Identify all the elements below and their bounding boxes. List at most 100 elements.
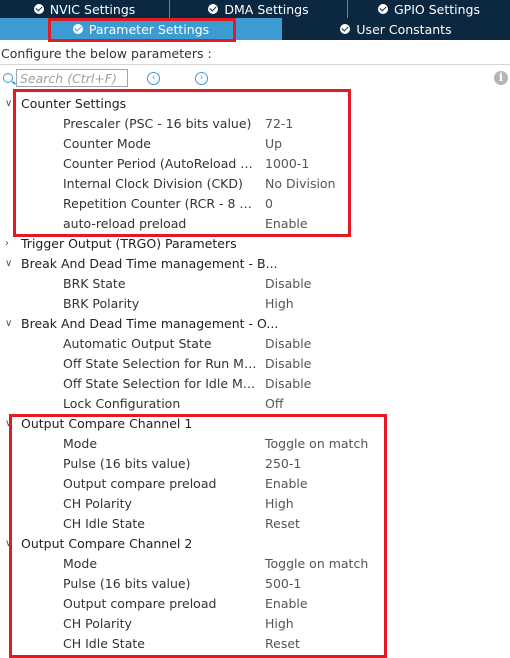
parameter-row[interactable]: Counter Mode Up <box>0 134 510 154</box>
tab-dma-settings[interactable]: DMA Settings <box>170 0 348 18</box>
parameter-value[interactable]: 1000-1 <box>265 154 309 174</box>
tab-label: NVIC Settings <box>49 1 136 17</box>
search-bar: ‹ › i <box>0 68 510 90</box>
parameter-value[interactable]: Disable <box>265 354 311 374</box>
chevron-down-icon[interactable]: ∨ <box>5 414 17 434</box>
parameter-row[interactable]: Output compare preload Enable <box>0 474 510 494</box>
parameter-row[interactable]: Prescaler (PSC - 16 bits value) 72-1 <box>0 114 510 134</box>
parameter-row[interactable]: Automatic Output State Disable <box>0 334 510 354</box>
tree-group-row[interactable]: ∨ Counter Settings <box>0 94 510 114</box>
parameter-name: BRK State <box>63 276 126 291</box>
parameter-name: auto-reload preload <box>63 216 187 231</box>
info-icon[interactable]: i <box>494 71 508 85</box>
group-label: Break And Dead Time management - B... <box>21 256 278 271</box>
tab-user-constants[interactable]: User Constants <box>282 18 510 40</box>
parameter-name: Pulse (16 bits value) <box>63 456 191 471</box>
parameter-row[interactable]: CH Idle State Reset <box>0 634 510 654</box>
chevron-down-icon[interactable]: ∨ <box>5 534 17 554</box>
parameter-name: Lock Configuration <box>63 396 181 411</box>
parameter-value[interactable]: 0 <box>265 194 273 214</box>
parameter-row[interactable]: Off State Selection for Run Mod... Disabl… <box>0 354 510 374</box>
parameter-value[interactable]: High <box>265 294 294 314</box>
parameter-value[interactable]: Off <box>265 394 283 414</box>
parameter-value[interactable]: Toggle on match <box>265 434 368 454</box>
chevron-down-icon[interactable]: ∨ <box>5 314 17 334</box>
parameter-value[interactable]: 72-1 <box>265 114 293 134</box>
parameter-name: CH Polarity <box>63 616 132 631</box>
parameter-value[interactable]: High <box>265 614 294 634</box>
parameter-row[interactable]: Mode Toggle on match <box>0 434 510 454</box>
parameter-value[interactable]: Disable <box>265 334 311 354</box>
group-label: Output Compare Channel 2 <box>21 536 193 551</box>
chevron-down-icon[interactable]: ∨ <box>5 94 17 114</box>
search-icon[interactable] <box>3 73 13 83</box>
parameter-value[interactable]: 500-1 <box>265 574 301 594</box>
group-label: Output Compare Channel 1 <box>21 416 193 431</box>
chevron-left-icon[interactable]: ‹ <box>147 72 160 85</box>
tree-group-row[interactable]: ∨ Output Compare Channel 1 <box>0 414 510 434</box>
parameter-value[interactable]: High <box>265 494 294 514</box>
parameter-name: CH Idle State <box>63 516 145 531</box>
parameter-row[interactable]: Output compare preload Enable <box>0 594 510 614</box>
tree-group-row[interactable]: ∨ Break And Dead Time management - B... <box>0 254 510 274</box>
divider <box>0 64 510 65</box>
parameter-value[interactable]: Enable <box>265 474 308 494</box>
tab-nvic-settings[interactable]: NVIC Settings <box>0 0 170 18</box>
chevron-right-icon[interactable]: › <box>5 234 17 254</box>
parameter-row[interactable]: Counter Period (AutoReload Re... 1000-1 <box>0 154 510 174</box>
tab-gpio-settings[interactable]: GPIO Settings <box>348 0 510 18</box>
parameter-value[interactable]: Toggle on match <box>265 554 368 574</box>
group-label: Counter Settings <box>21 96 127 111</box>
parameter-name: Off State Selection for Idle Mode... <box>63 376 259 391</box>
parameter-value[interactable]: Reset <box>265 634 300 654</box>
parameter-value[interactable]: Enable <box>265 594 308 614</box>
tab-parameter-settings[interactable]: Parameter Settings <box>0 18 282 40</box>
parameter-row[interactable]: CH Idle State Reset <box>0 514 510 534</box>
parameter-name: Internal Clock Division (CKD) <box>63 176 243 191</box>
check-circle-icon <box>378 4 388 14</box>
parameter-name: Output compare preload <box>63 476 217 491</box>
check-circle-icon <box>72 24 83 34</box>
parameter-name: Counter Mode <box>63 136 151 151</box>
parameter-name: Output compare preload <box>63 596 217 611</box>
parameter-row[interactable]: Pulse (16 bits value) 500-1 <box>0 574 510 594</box>
parameter-row[interactable]: Pulse (16 bits value) 250-1 <box>0 454 510 474</box>
parameter-row[interactable]: Internal Clock Division (CKD) No Division <box>0 174 510 194</box>
parameter-value[interactable]: Disable <box>265 374 311 394</box>
check-circle-icon <box>340 24 351 34</box>
tab-label: Parameter Settings <box>88 21 210 37</box>
parameter-value[interactable]: No Division <box>265 174 336 194</box>
group-label: Trigger Output (TRGO) Parameters <box>21 236 237 251</box>
parameter-name: Counter Period (AutoReload Re... <box>63 156 259 171</box>
parameter-name: Mode <box>63 436 98 451</box>
group-label: Break And Dead Time management - O... <box>21 316 279 331</box>
parameter-row[interactable]: BRK State Disable <box>0 274 510 294</box>
parameter-row[interactable]: Lock Configuration Off <box>0 394 510 414</box>
tab-label: DMA Settings <box>224 1 309 17</box>
search-input[interactable] <box>16 69 128 87</box>
parameter-row[interactable]: Mode Toggle on match <box>0 554 510 574</box>
tree-group-row[interactable]: ∨ Break And Dead Time management - O... <box>0 314 510 334</box>
parameter-name: Repetition Counter (RCR - 8 bits... <box>63 196 259 211</box>
parameter-value[interactable]: Reset <box>265 514 300 534</box>
parameter-row[interactable]: Repetition Counter (RCR - 8 bits... 0 <box>0 194 510 214</box>
parameter-row[interactable]: auto-reload preload Enable <box>0 214 510 234</box>
chevron-down-icon[interactable]: ∨ <box>5 254 17 274</box>
chevron-right-icon[interactable]: › <box>195 72 208 85</box>
tree-group-row[interactable]: › Trigger Output (TRGO) Parameters <box>0 234 510 254</box>
parameter-name: Prescaler (PSC - 16 bits value) <box>63 116 252 131</box>
tree-group-row[interactable]: ∨ Output Compare Channel 2 <box>0 534 510 554</box>
parameter-row[interactable]: CH Polarity High <box>0 494 510 514</box>
parameter-name: Off State Selection for Run Mod... <box>63 356 259 371</box>
parameter-value[interactable]: Up <box>265 134 282 154</box>
parameter-row[interactable]: CH Polarity High <box>0 614 510 634</box>
check-circle-icon <box>33 4 44 14</box>
parameter-value[interactable]: Enable <box>265 214 308 234</box>
parameter-value[interactable]: Disable <box>265 274 311 294</box>
top-tab-bar: NVIC Settings DMA Settings GPIO Settings <box>0 0 510 18</box>
parameter-name: Pulse (16 bits value) <box>63 576 191 591</box>
parameter-row[interactable]: Off State Selection for Idle Mode... Disa… <box>0 374 510 394</box>
parameter-value[interactable]: 250-1 <box>265 454 301 474</box>
sub-tab-bar: Parameter Settings User Constants <box>0 18 510 40</box>
parameter-row[interactable]: BRK Polarity High <box>0 294 510 314</box>
